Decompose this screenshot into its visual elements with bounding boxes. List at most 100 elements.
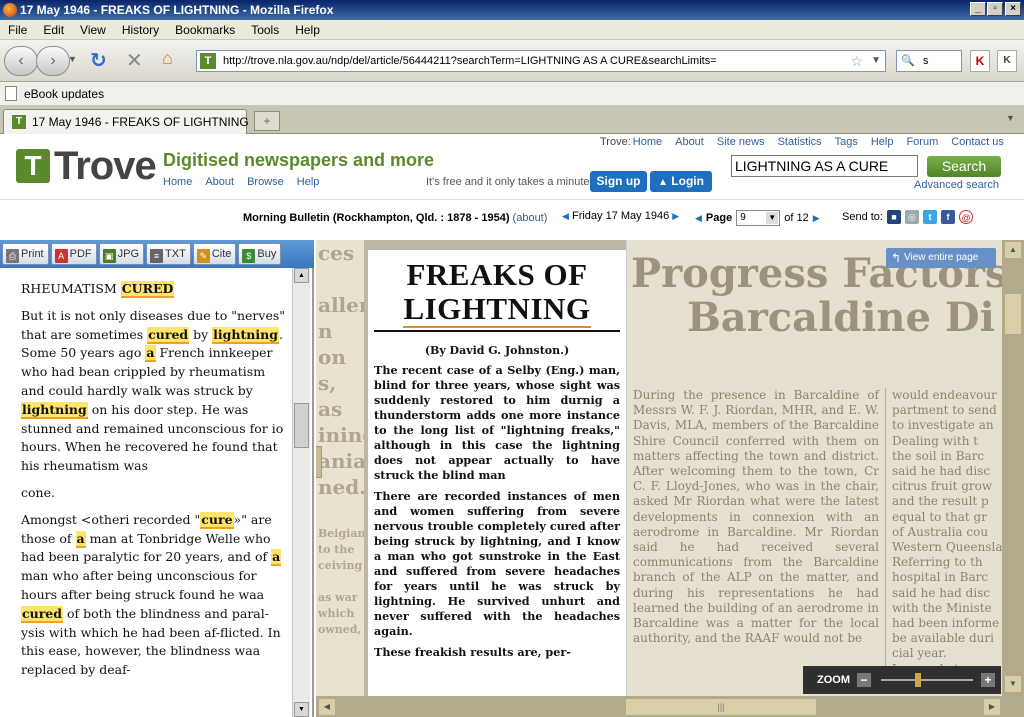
prev-page-icon[interactable]: ◀ [695, 213, 702, 224]
prev-issue-icon[interactable]: ◀ [562, 211, 569, 221]
trove-header: T Trove Digitised newspapers and more Ho… [0, 134, 1024, 200]
delicious-icon[interactable]: ■ [886, 210, 901, 224]
forward-button[interactable]: › [36, 46, 70, 76]
next-page-icon[interactable]: ▶ [813, 213, 820, 224]
viewer-scroll-left[interactable]: ◀ [319, 699, 335, 715]
pdf-button[interactable]: A PDF [50, 243, 97, 265]
scan-body-paragraph-2: These freakish results are, per- [374, 645, 571, 659]
active-tab[interactable]: T 17 May 1946 - FREAKS OF LIGHTNING [3, 109, 249, 134]
menu-history[interactable]: History [114, 20, 167, 37]
email-icon[interactable]: @ [958, 210, 973, 224]
maximize-button[interactable]: ▫ [987, 2, 1003, 16]
menu-view[interactable]: View [72, 20, 114, 37]
trove-logo[interactable]: T Trove [16, 146, 157, 186]
article-paragraph: cone. [21, 484, 55, 500]
menu-tools[interactable]: Tools [243, 20, 287, 37]
menu-file[interactable]: File [0, 20, 35, 37]
url-dropdown-icon[interactable]: ▼ [871, 51, 881, 71]
top-forum[interactable]: Forum [906, 136, 938, 148]
issue-date[interactable]: Friday 17 May 1946 [572, 210, 669, 222]
addon-k-red-icon[interactable]: K [970, 50, 990, 72]
stop-icon[interactable]: ✕ [126, 48, 143, 73]
share-icon[interactable]: ◎ [904, 210, 919, 224]
bookmarks-bar: eBook updates [0, 82, 1024, 106]
newspaper-viewer[interactable]: ces allenn ons, asininganianned. Beigian… [316, 240, 1024, 717]
nav-home[interactable]: Home [163, 176, 192, 188]
advanced-search-link[interactable]: Advanced search [914, 179, 999, 191]
top-tags[interactable]: Tags [835, 136, 858, 148]
facebook-icon[interactable]: f [940, 210, 955, 224]
menu-edit[interactable]: Edit [35, 20, 72, 37]
reload-icon[interactable]: ↻ [90, 48, 107, 73]
text-scrollbar[interactable]: ▲ ▼ [292, 268, 310, 717]
top-help[interactable]: Help [871, 136, 894, 148]
url-bar[interactable]: T http://trove.nla.gov.au/ndp/del/articl… [196, 50, 886, 72]
print-button[interactable]: ⎙ Print [2, 243, 49, 265]
jpg-button[interactable]: ▣ JPG [98, 243, 145, 265]
article-text-panel: ⎙ Print A PDF ▣ JPG ≡ TXT ✎ Cite $ Buy RHEUMATISM C… [0, 240, 314, 717]
minimize-button[interactable]: _ [970, 2, 986, 16]
page-select[interactable]: 9 [736, 210, 781, 226]
bookmark-star-icon[interactable]: ☆ [850, 51, 863, 71]
search-highlight: a [271, 549, 282, 567]
twitter-icon[interactable]: t [922, 210, 937, 224]
addon-k-icon[interactable]: K [997, 50, 1017, 72]
viewer-scroll-up[interactable]: ▲ [1005, 242, 1021, 258]
top-about[interactable]: About [675, 136, 704, 148]
user-icon: ▲ [658, 177, 668, 188]
viewer-scroll-right[interactable]: ▶ [984, 699, 1000, 715]
search-engine-icon[interactable]: 🔍 [901, 51, 915, 71]
scroll-down-arrow[interactable]: ▼ [294, 702, 309, 717]
txt-button[interactable]: ≡ TXT [146, 243, 191, 265]
collapse-panel-tab[interactable] [316, 446, 322, 478]
close-window-button[interactable]: × [1005, 2, 1021, 16]
home-icon[interactable]: ⌂ [162, 48, 173, 69]
adjacent-column-2: would endeavour partment to send to invest… [885, 388, 1002, 677]
buy-button[interactable]: $ Buy [238, 243, 282, 265]
next-issue-icon[interactable]: ▶ [672, 211, 679, 221]
view-entire-page-button[interactable]: View entire page [886, 248, 996, 268]
zoom-in-button[interactable]: + [981, 673, 995, 687]
zoom-out-button[interactable]: − [857, 673, 871, 687]
tab-list-icon[interactable]: ▼ [1006, 113, 1015, 123]
scroll-up-arrow[interactable]: ▲ [294, 268, 309, 283]
signup-button[interactable]: Sign up [590, 171, 647, 192]
back-button[interactable]: ‹ [4, 46, 38, 76]
nav-help[interactable]: Help [297, 176, 320, 188]
top-site-news[interactable]: Site news [717, 136, 765, 148]
nav-browse[interactable]: Browse [247, 176, 284, 188]
top-contact[interactable]: Contact us [951, 136, 1004, 148]
url-text: http://trove.nla.gov.au/ndp/del/article/… [223, 55, 717, 67]
trove-search-button[interactable]: Search [927, 156, 1001, 177]
scroll-thumb[interactable] [294, 403, 309, 448]
top-home[interactable]: Home [633, 136, 662, 148]
adjacent-article-scan: Progress Factors Barcaldine Di During the… [626, 240, 1002, 696]
login-button[interactable]: ▲ Login [650, 171, 712, 192]
page-nav: ◀ Page 9 of 12 ▶ [695, 210, 820, 226]
history-dropdown-icon[interactable]: ▼ [68, 54, 77, 64]
browser-search-box[interactable]: 🔍 s [896, 50, 962, 72]
zoom-slider-handle[interactable] [915, 673, 921, 687]
zoom-slider-track[interactable] [881, 679, 973, 681]
menu-help[interactable]: Help [287, 20, 328, 37]
trove-search-input[interactable]: LIGHTNING AS A CURE [731, 155, 918, 177]
window-titlebar: 17 May 1946 - FREAKS OF LIGHTNING - Mozi… [0, 0, 1024, 20]
cite-button[interactable]: ✎ Cite [192, 243, 237, 265]
about-link[interactable]: (about) [513, 212, 548, 224]
search-highlight: a [145, 345, 156, 363]
scan-headline-line1: FREAKS OF [406, 257, 588, 292]
viewer-hscroll-thumb[interactable]: ||| [626, 699, 816, 715]
viewer-scroll-down[interactable]: ▼ [1005, 676, 1021, 692]
viewer-vscroll-thumb[interactable] [1005, 294, 1021, 334]
bookmark-ebook-updates[interactable]: eBook updates [24, 87, 104, 101]
top-statistics[interactable]: Statistics [778, 136, 822, 148]
publication-name[interactable]: Morning Bulletin (Rockhampton, Qld. : 18… [243, 212, 509, 224]
nav-about[interactable]: About [205, 176, 234, 188]
menu-bookmarks[interactable]: Bookmarks [167, 20, 243, 37]
pdf-label: PDF [69, 248, 92, 260]
adjacent-headline-line2: Barcaldine Di [687, 294, 995, 341]
viewer-horizontal-scrollbar[interactable]: ◀ ||| ▶ [316, 696, 1024, 717]
new-tab-button[interactable]: + [254, 111, 280, 131]
search-highlight: CURED [120, 281, 175, 298]
viewer-vertical-scrollbar[interactable]: ▲ ▼ [1002, 240, 1024, 696]
